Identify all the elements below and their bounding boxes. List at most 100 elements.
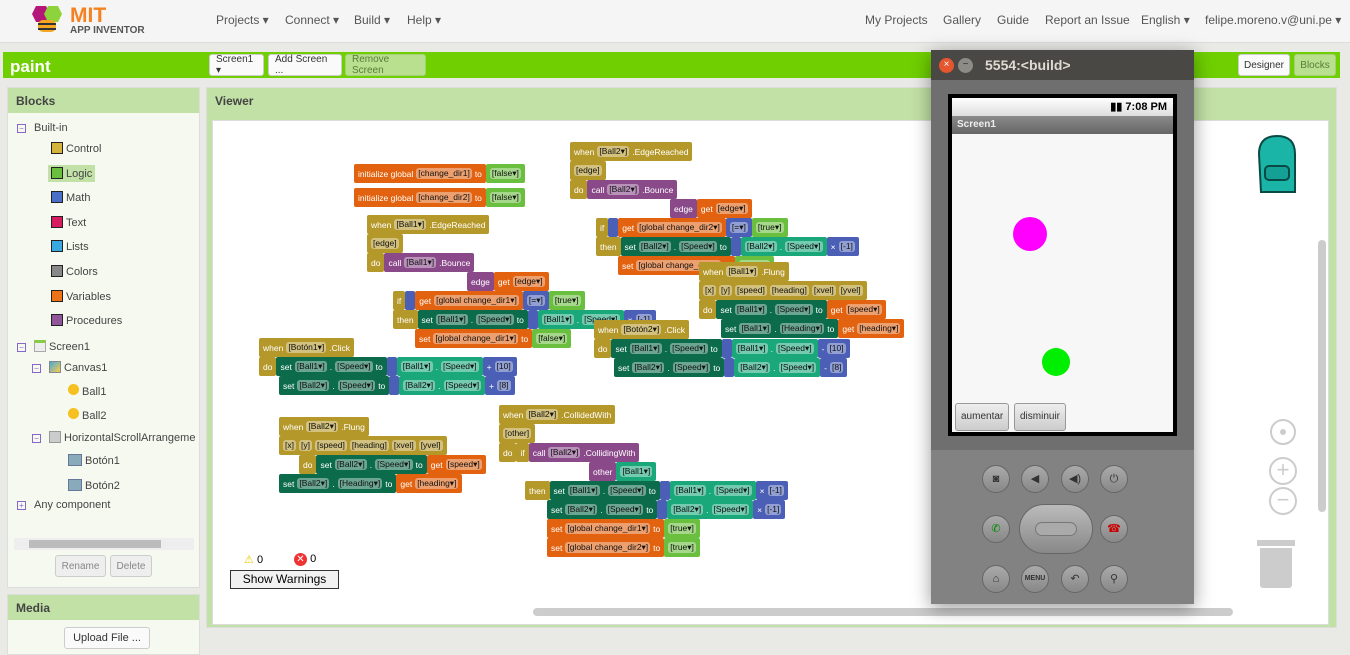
menu-build[interactable]: Build ▾ [354,13,390,27]
math-block-segment[interactable]: + [8] [485,376,515,395]
category-math[interactable]: Math [48,189,93,206]
upload-file-button[interactable]: Upload File ... [64,627,150,649]
dropdown-field[interactable]: [Ball2▾] [297,478,330,489]
tree-horizontal-scroll-arrangement[interactable]: − HorizontalScrollArrangeme [32,431,198,444]
dpad[interactable] [1019,504,1093,554]
category-logic[interactable]: Logic [48,164,96,182]
zoom-out-icon[interactable]: − [1269,487,1297,515]
category-procedures[interactable]: Procedures [48,312,125,329]
ball2-edge-reached-block[interactable]: when [Ball2▾] .EdgeReached [edge] do call [Bal… [570,142,859,275]
volume-down-key-icon[interactable]: ◀ [1021,465,1049,493]
aumentar-button[interactable]: aumentar [955,403,1010,431]
event-block-segment[interactable]: when [Ball2▾] .CollidedWith [499,405,616,424]
dpad-center[interactable] [1035,522,1077,536]
event-block-segment[interactable]: [other] [499,424,536,443]
proc-block-segment[interactable]: other [589,462,617,481]
ball1[interactable] [1013,217,1047,251]
event-block-segment[interactable]: do [594,339,612,358]
value-field[interactable]: [8] [829,362,844,373]
math-block-segment[interactable] [527,310,538,329]
link-gallery[interactable]: Gallery [943,13,981,27]
comp-block-segment[interactable]: set [Ball2▾]. [Speed▾] to [620,237,731,256]
event-block-segment[interactable]: when [Ball1▾] .EdgeReached [367,215,490,234]
category-text[interactable]: Text [48,214,89,231]
dropdown-field[interactable]: [true▾] [755,222,784,233]
var-block-segment[interactable]: set [global change_dir1▾] to [547,519,665,538]
dropdown-field[interactable]: [global change_dir2▾] [565,542,651,553]
collapse-icon[interactable]: − [17,343,26,352]
tree-canvas1[interactable]: − Canvas1 [32,361,107,374]
proc-block-segment[interactable]: call [Ball2▾] .CollidingWith [528,443,640,462]
collapse-icon[interactable]: − [32,364,41,373]
dropdown-field[interactable]: [Ball2▾] [403,380,436,391]
dropdown-field[interactable]: [speed▾] [845,304,882,315]
event-block-segment[interactable]: then [393,310,418,329]
var-block-segment[interactable]: get [heading▾] [396,474,463,493]
delete-button[interactable]: Delete [110,555,152,577]
getc-block-segment[interactable]: [Ball2▾]. [Speed▾] [740,237,827,256]
dropdown-field[interactable]: [Speed▾] [605,504,644,515]
tree-boton1[interactable]: Botón1 [68,454,120,467]
value-field[interactable]: [speed] [314,440,347,451]
dropdown-field[interactable]: [Ball1▾] [620,466,653,477]
event-block-segment[interactable]: [x] [y] [speed] [heading] [xvel] [yvel] [279,436,447,455]
menu-connect[interactable]: Connect ▾ [285,13,339,27]
language-menu[interactable]: English ▾ [1141,13,1190,27]
math-block-segment[interactable] [659,481,670,500]
dropdown-field[interactable]: [global change_dir1▾] [565,523,651,534]
proc-block-segment[interactable]: edge [467,272,494,291]
event-block-segment[interactable]: when [Ball2▾] .Flung [279,417,369,436]
dropdown-field[interactable]: [global change_dir1▾] [434,295,519,306]
math-block-segment[interactable]: - [8] [820,358,848,377]
dropdown-field[interactable]: [Ball2▾] [297,380,330,391]
logic-block-segment[interactable]: [false▾] [485,188,525,207]
boton1-click-block[interactable]: when [Botón1▾] .Click do set [Ball1▾]. [Speed▾… [259,338,517,395]
comp-block-segment[interactable]: set [Ball1▾]. [Speed▾] to [276,357,387,376]
math-block-segment[interactable]: [=▾] [522,291,549,310]
value-field[interactable]: [other] [503,428,532,439]
event-block-segment[interactable]: when [Botón1▾] .Click [259,338,355,357]
home-key-icon[interactable]: ⌂ [982,565,1010,593]
comp-block-segment[interactable]: set [Ball1▾]. [Speed▾] to [716,300,827,319]
event-block-segment[interactable]: [edge] [367,234,403,253]
dropdown-field[interactable]: [Ball1▾] [541,314,574,325]
event-block-segment[interactable]: do [259,357,277,376]
value-field[interactable]: [-1] [767,485,784,496]
value-field[interactable]: [8] [497,380,511,391]
event-block-segment[interactable]: when [Ball1▾] .Flung [699,262,789,281]
value-field[interactable]: [10] [827,343,846,354]
dropdown-field[interactable]: [Speed▾] [443,380,482,391]
event-block-segment[interactable]: then [596,237,621,256]
value-field[interactable]: [10] [494,361,513,372]
getc-block-segment[interactable]: [Ball1▾] [616,462,657,481]
math-block-segment[interactable] [657,500,668,519]
comp-block-segment[interactable]: set [Ball1▾]. [Speed▾] to [611,339,722,358]
proc-block-segment[interactable]: call [Ball2▾] .Bounce [587,180,678,199]
comp-block-segment[interactable]: set [Ball1▾]. [Speed▾] to [549,481,660,500]
proc-block-segment[interactable]: call [Ball1▾] .Bounce [384,253,475,272]
event-block-segment[interactable]: do [299,455,317,474]
event-block-segment[interactable]: then [525,481,550,500]
dropdown-field[interactable]: [Ball2▾] [744,241,777,252]
dropdown-field[interactable]: [Speed▾] [375,459,413,470]
ball2-flung-block[interactable]: when [Ball2▾] .Flung [x] [y] [speed] [heading]… [279,417,486,493]
value-field[interactable]: [edge] [574,165,602,176]
math-block-segment[interactable] [386,357,397,376]
getc-block-segment[interactable]: [Ball1▾]. [Speed▾] [396,357,483,376]
dropdown-field[interactable]: [false▾] [489,192,521,203]
dropdown-field[interactable]: [Ball2▾] [526,409,559,420]
horizontal-scrollbar[interactable] [14,538,194,550]
dropdown-field[interactable]: [=▾] [729,222,748,233]
category-lists[interactable]: Lists [48,238,92,255]
tree-ball2[interactable]: Ball2 [68,408,106,422]
dropdown-field[interactable]: [Speed▾] [608,485,646,496]
call-key-icon[interactable]: ✆ [982,515,1010,543]
end-call-key-icon[interactable]: ☎ [1100,515,1128,543]
logic-block-segment[interactable]: [true▾] [751,218,788,237]
event-block-segment[interactable]: do [367,253,385,272]
value-field[interactable]: [heading] [769,285,809,296]
value-field[interactable]: [change_dir2] [416,192,472,203]
getc-block-segment[interactable]: [Ball2▾]. [Speed▾] [399,376,486,395]
dropdown-field[interactable]: [Speed▾] [476,314,514,325]
event-block-segment[interactable]: [edge] [570,161,606,180]
